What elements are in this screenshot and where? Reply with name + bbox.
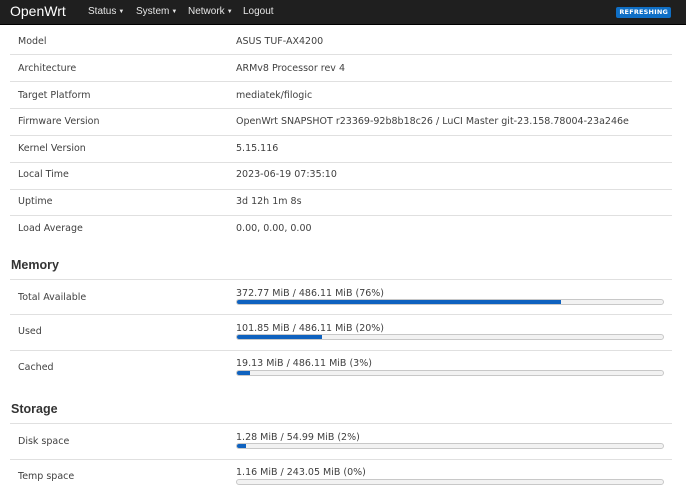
row-value: 19.13 MiB / 486.11 MiB (3%) (236, 358, 372, 369)
row-value: 101.85 MiB / 486.11 MiB (20%) (236, 323, 385, 334)
nav-menu-label: Status (88, 6, 117, 17)
table-row: Kernel Version 5.15.116 (10, 136, 672, 163)
row-label: Kernel Version (18, 143, 86, 154)
row-value: 1.28 MiB / 54.99 MiB (2%) (236, 432, 360, 443)
storage-progress-bar (236, 479, 664, 485)
row-label: Target Platform (18, 90, 91, 101)
table-row: Load Average 0.00, 0.00, 0.00 (10, 216, 672, 243)
chevron-down-icon: ▼ (171, 9, 178, 15)
nav-logout-link[interactable]: Logout (243, 6, 274, 17)
row-label: Disk space (18, 436, 70, 447)
table-row: Architecture ARMv8 Processor rev 4 (10, 55, 672, 82)
row-value: OpenWrt SNAPSHOT r23369-92b8b18c26 / LuC… (236, 116, 629, 127)
progress-fill (237, 300, 561, 304)
table-row: Firmware Version OpenWrt SNAPSHOT r23369… (10, 109, 672, 136)
table-row: Local Time 2023-06-19 07:35:10 (10, 163, 672, 190)
table-row: Used 101.85 MiB / 486.11 MiB (20%) (10, 315, 672, 351)
row-label: Firmware Version (18, 116, 100, 127)
progress-fill (237, 444, 246, 448)
storage-progress-bar (236, 443, 664, 449)
table-row: Target Platform mediatek/filogic (10, 82, 672, 109)
refreshing-badge[interactable]: REFRESHING (616, 7, 671, 18)
table-row: Model ASUS TUF-AX4200 (10, 28, 672, 55)
nav-menu-system[interactable]: System ▼ (136, 6, 177, 17)
table-row: Temp space 1.16 MiB / 243.05 MiB (0%) (10, 460, 672, 500)
nav-menu-network[interactable]: Network ▼ (188, 6, 233, 17)
row-label: Total Available (18, 292, 87, 303)
nav-menu-label: Network (188, 6, 225, 17)
row-value: 2023-06-19 07:35:10 (236, 169, 337, 180)
row-value: 372.77 MiB / 486.11 MiB (76%) (236, 288, 385, 299)
memory-progress-bar (236, 299, 664, 305)
row-label: Load Average (18, 223, 83, 234)
progress-fill (237, 371, 250, 375)
table-row: Cached 19.13 MiB / 486.11 MiB (3%) (10, 351, 672, 388)
memory-section-title: Memory (11, 258, 59, 272)
row-label: Cached (18, 362, 54, 373)
chevron-down-icon: ▼ (118, 9, 125, 15)
row-label: Architecture (18, 63, 77, 74)
table-row: Uptime 3d 12h 1m 8s (10, 190, 672, 216)
row-label: Model (18, 36, 47, 47)
nav-menu-status[interactable]: Status ▼ (88, 6, 124, 17)
row-label: Used (18, 326, 42, 337)
row-value: ASUS TUF-AX4200 (236, 36, 324, 47)
storage-section-title: Storage (11, 402, 58, 416)
row-value: 3d 12h 1m 8s (236, 196, 302, 207)
row-value: ARMv8 Processor rev 4 (236, 63, 345, 74)
chevron-down-icon: ▼ (226, 9, 233, 15)
table-row: Total Available 372.77 MiB / 486.11 MiB … (10, 280, 672, 315)
row-label: Uptime (18, 196, 53, 207)
progress-fill (237, 335, 323, 339)
brand-logo[interactable]: OpenWrt (10, 3, 66, 19)
nav-menu-label: Logout (243, 6, 274, 17)
table-row: Disk space 1.28 MiB / 54.99 MiB (2%) (10, 424, 672, 460)
memory-progress-bar (236, 334, 664, 340)
row-label: Local Time (18, 169, 69, 180)
row-value: mediatek/filogic (236, 90, 313, 101)
row-value: 0.00, 0.00, 0.00 (236, 223, 312, 234)
top-navbar: OpenWrt Status ▼ System ▼ Network ▼ Logout … (0, 0, 686, 25)
row-label: Temp space (18, 471, 75, 482)
row-value: 5.15.116 (236, 143, 279, 154)
row-value: 1.16 MiB / 243.05 MiB (0%) (236, 467, 366, 478)
nav-menu-label: System (136, 6, 170, 17)
memory-progress-bar (236, 370, 664, 376)
